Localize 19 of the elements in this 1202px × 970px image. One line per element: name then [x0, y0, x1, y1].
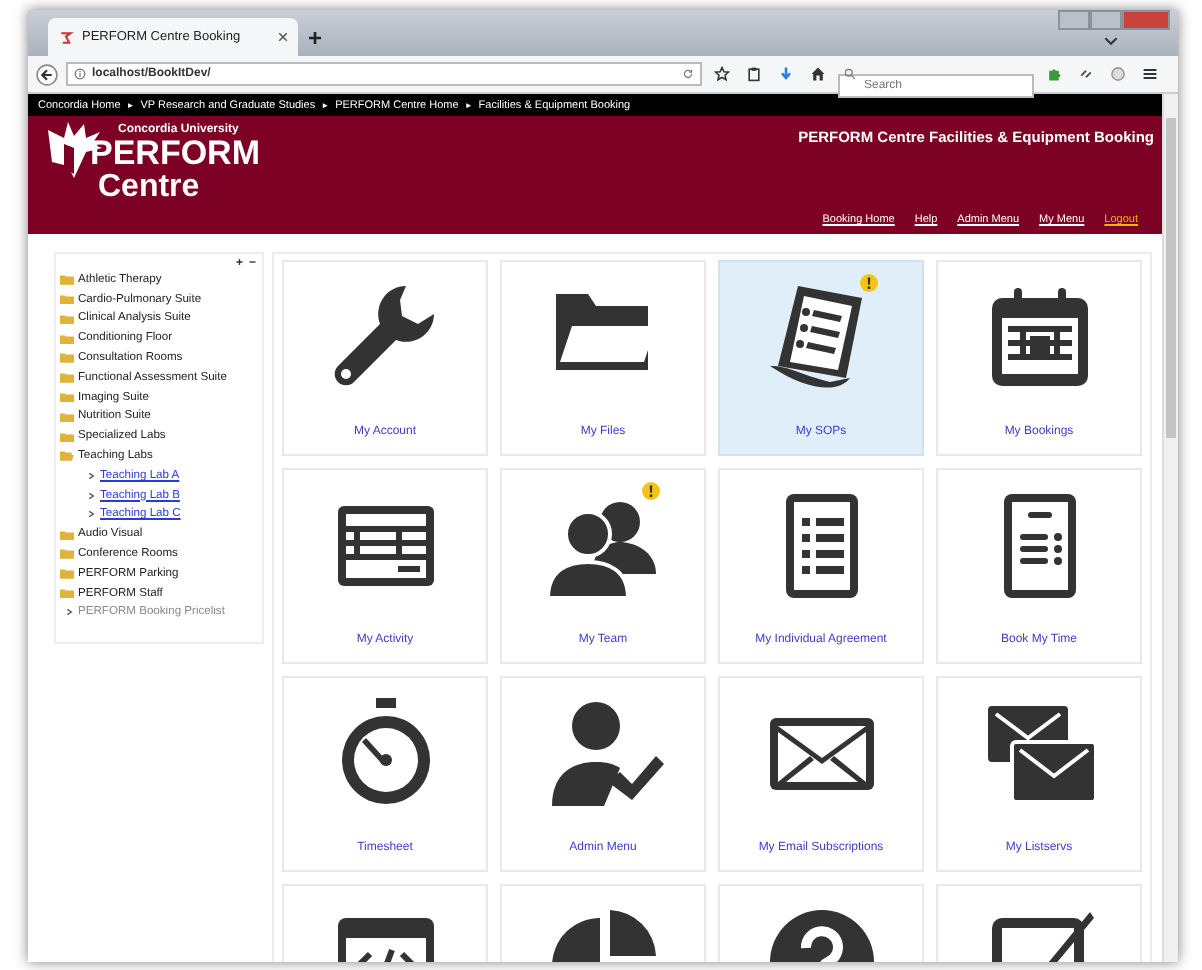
menu-icon[interactable] [1142, 66, 1158, 82]
scrollbar[interactable] [1162, 94, 1178, 962]
clipboard-icon[interactable] [746, 66, 762, 82]
globe-icon[interactable] [1110, 66, 1126, 82]
reload-icon[interactable] [682, 68, 694, 80]
search-icon [844, 68, 856, 80]
download-icon[interactable] [778, 66, 794, 82]
bookmark-star-icon[interactable] [714, 66, 730, 82]
logo-icon [58, 29, 74, 45]
chevron-down-icon[interactable] [1104, 36, 1118, 46]
logo-title: PERFORM [90, 138, 260, 170]
home-icon[interactable] [810, 66, 826, 82]
logo-subtitle: Centre [98, 170, 202, 204]
new-tab-button[interactable]: + [298, 24, 333, 56]
back-icon[interactable] [36, 63, 58, 85]
close-icon[interactable] [278, 32, 288, 42]
extension-icon[interactable] [1078, 66, 1094, 82]
puzzle-icon[interactable] [1046, 66, 1062, 82]
info-icon [74, 68, 86, 80]
